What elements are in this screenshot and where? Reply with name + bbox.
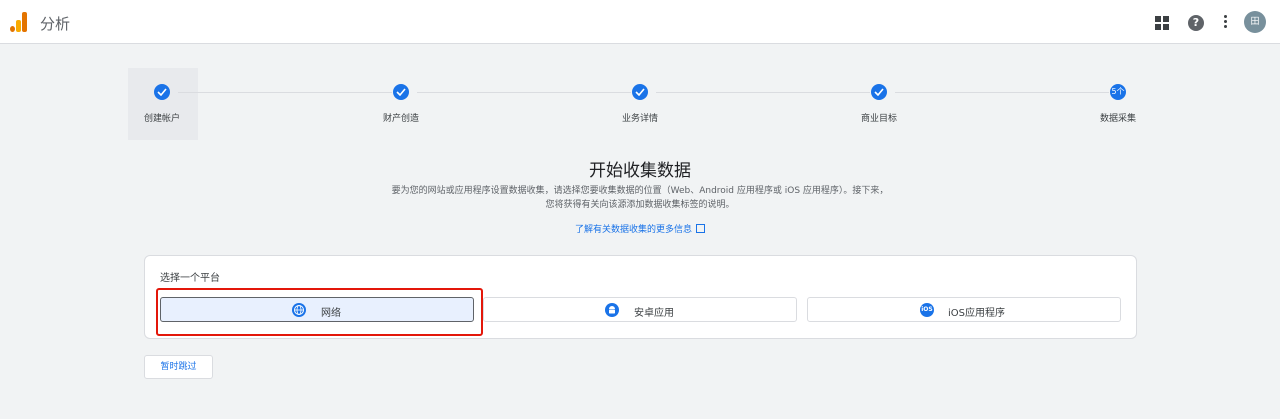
step-3-check-icon[interactable] bbox=[632, 84, 648, 100]
step-5-number-text: 5个 bbox=[1111, 87, 1125, 96]
step-2-check-icon[interactable] bbox=[393, 84, 409, 100]
selection-highlight-box bbox=[156, 288, 483, 336]
step-label-property-creation: 财产创造 bbox=[382, 114, 419, 124]
help-icon[interactable]: ? bbox=[1188, 15, 1204, 31]
platform-android-button[interactable]: 安卓应用 bbox=[483, 297, 797, 322]
step-connector bbox=[656, 92, 870, 93]
more-vert-icon[interactable] bbox=[1220, 15, 1230, 33]
ios-icon: iOS bbox=[920, 303, 934, 317]
description-line-1: 要为您的网站或应用程序设置数据收集，请选择您要收集数据的位置（Web、Andro… bbox=[391, 186, 889, 196]
avatar[interactable]: 田 bbox=[1244, 11, 1266, 33]
app-title: 分析 bbox=[40, 15, 71, 33]
step-1-check-icon[interactable] bbox=[154, 84, 170, 100]
step-4-check-icon[interactable] bbox=[871, 84, 887, 100]
step-label-business-goals: 商业目标 bbox=[860, 114, 897, 124]
external-link-icon bbox=[696, 224, 705, 233]
step-label-business-details: 业务详情 bbox=[621, 114, 658, 124]
page-title: 开始收集数据 bbox=[589, 161, 691, 181]
learn-more-link[interactable]: 了解有关数据收集的更多信息 bbox=[0, 222, 1280, 235]
step-connector bbox=[417, 92, 631, 93]
step-connector bbox=[895, 92, 1109, 93]
platform-section-label: 选择一个平台 bbox=[160, 273, 220, 284]
step-label-data-collection: 数据采集 bbox=[1099, 114, 1136, 124]
description-line-2: 您将获得有关向该源添加数据收集标签的说明。 bbox=[545, 200, 735, 210]
android-icon bbox=[605, 303, 619, 317]
page-description: 要为您的网站或应用程序设置数据收集，请选择您要收集数据的位置（Web、Andro… bbox=[340, 184, 940, 212]
active-step-highlight bbox=[128, 68, 198, 140]
skip-for-now-button[interactable]: 暂时跳过 bbox=[144, 355, 213, 379]
platform-ios-button[interactable]: iOS iOS应用程序 bbox=[807, 297, 1121, 322]
apps-grid-icon[interactable] bbox=[1155, 16, 1169, 30]
step-connector bbox=[178, 92, 392, 93]
analytics-logo-icon[interactable] bbox=[10, 12, 28, 32]
step-5-number[interactable]: 5个 bbox=[1110, 84, 1126, 100]
step-label-create-account: 创建帐户 bbox=[143, 114, 180, 124]
platform-android-label: 安卓应用 bbox=[634, 308, 674, 319]
learn-more-link-text[interactable]: 了解有关数据收集的更多信息 bbox=[575, 225, 692, 235]
top-app-bar: 分析 ? 田 bbox=[0, 0, 1280, 44]
platform-ios-label: iOS应用程序 bbox=[948, 308, 1005, 319]
